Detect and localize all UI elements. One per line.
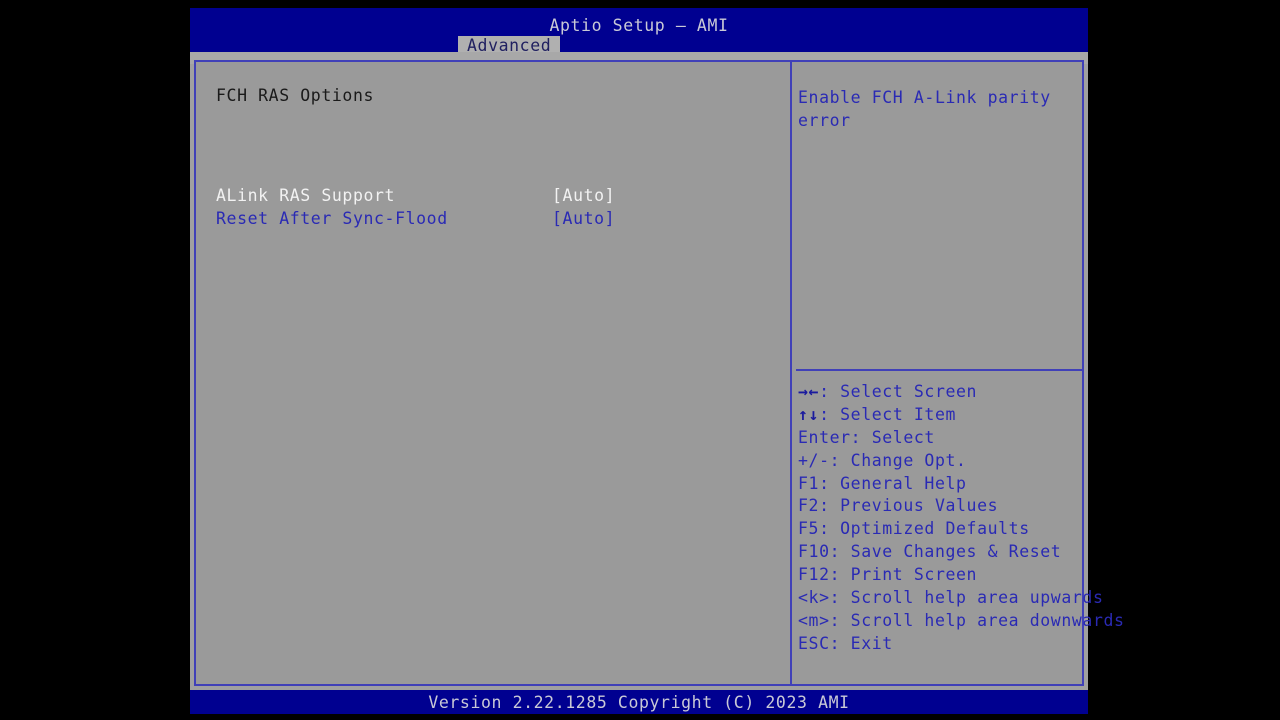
bios-setup-window: Aptio Setup – AMI Advanced FCH RAS Optio… [190, 8, 1124, 714]
setting-row-reset-after-sync-flood[interactable]: Reset After Sync-Flood [Auto] [216, 209, 776, 232]
key-legend-item: F10: Save Changes & Reset [798, 541, 1084, 564]
key-legend: →←: Select Screen ↑↓: Select Item Enter: S… [798, 381, 1124, 656]
key-legend-item: F12: Print Screen [798, 564, 1084, 587]
tab-bar: Advanced [190, 36, 1088, 56]
setting-value[interactable]: [Auto] [552, 186, 615, 205]
key-legend-label: F5: Optimized Defaults [798, 519, 1030, 539]
key-legend-label: F2: Previous Values [798, 496, 999, 516]
key-legend-item: ↑↓: Select Item [798, 404, 1084, 427]
key-legend-label: ESC: Exit [798, 633, 893, 653]
setting-label: Reset After Sync-Flood [216, 209, 448, 228]
key-legend-label: +/-: Change Opt. [798, 450, 967, 470]
key-legend-item: F2: Previous Values [798, 495, 1084, 518]
arrow-keys-icon: →← [798, 382, 820, 401]
setting-label: ALink RAS Support [216, 186, 396, 205]
key-legend-label: F10: Save Changes & Reset [798, 542, 1062, 562]
key-legend-item: →←: Select Screen [798, 381, 1084, 404]
section-heading: FCH RAS Options [216, 86, 375, 105]
page-title: Aptio Setup – AMI [549, 16, 729, 35]
status-bar: Version 2.22.1285 Copyright (C) 2023 AMI [190, 690, 1088, 714]
setting-row-alink-ras-support[interactable]: ALink RAS Support [Auto] [216, 186, 776, 209]
key-legend-item: Enter: Select [798, 427, 1084, 450]
key-legend-label: <m>: Scroll help area downwards [798, 610, 1125, 630]
key-legend-item: <m>: Scroll help area downwards [798, 610, 1124, 633]
help-panel: Enable FCH A-Link parity error →←: Selec… [792, 62, 1124, 684]
title-bar: Aptio Setup – AMI Advanced [190, 8, 1088, 56]
arrow-keys-icon: ↑↓ [798, 404, 820, 424]
setting-value[interactable]: [Auto] [552, 209, 615, 228]
key-legend-item: <k>: Scroll help area upwards [798, 587, 1103, 610]
screen: Aptio Setup – AMI Advanced FCH RAS Optio… [0, 0, 1280, 720]
key-legend-label: F1: General Help [798, 473, 967, 493]
key-legend-label: : Select Item [819, 404, 957, 424]
version-text: Version 2.22.1285 Copyright (C) 2023 AMI [428, 693, 850, 712]
content-panel: FCH RAS Options ALink RAS Support [Auto]… [194, 60, 1124, 686]
help-description: Enable FCH A-Link parity error [798, 88, 1062, 130]
key-legend-item: F5: Optimized Defaults [798, 518, 1084, 541]
key-legend-label: : Select Screen [819, 382, 978, 401]
key-legend-item: +/-: Change Opt. [798, 450, 1084, 473]
key-legend-label: Enter: Select [798, 427, 935, 447]
help-separator [796, 369, 1084, 371]
settings-list: FCH RAS Options ALink RAS Support [Auto]… [196, 62, 790, 684]
key-legend-label: <k>: Scroll help area upwards [798, 588, 1104, 608]
key-legend-item: F1: General Help [798, 473, 1084, 496]
key-legend-label: F12: Print Screen [798, 565, 978, 585]
key-legend-item: ESC: Exit [798, 633, 1084, 656]
